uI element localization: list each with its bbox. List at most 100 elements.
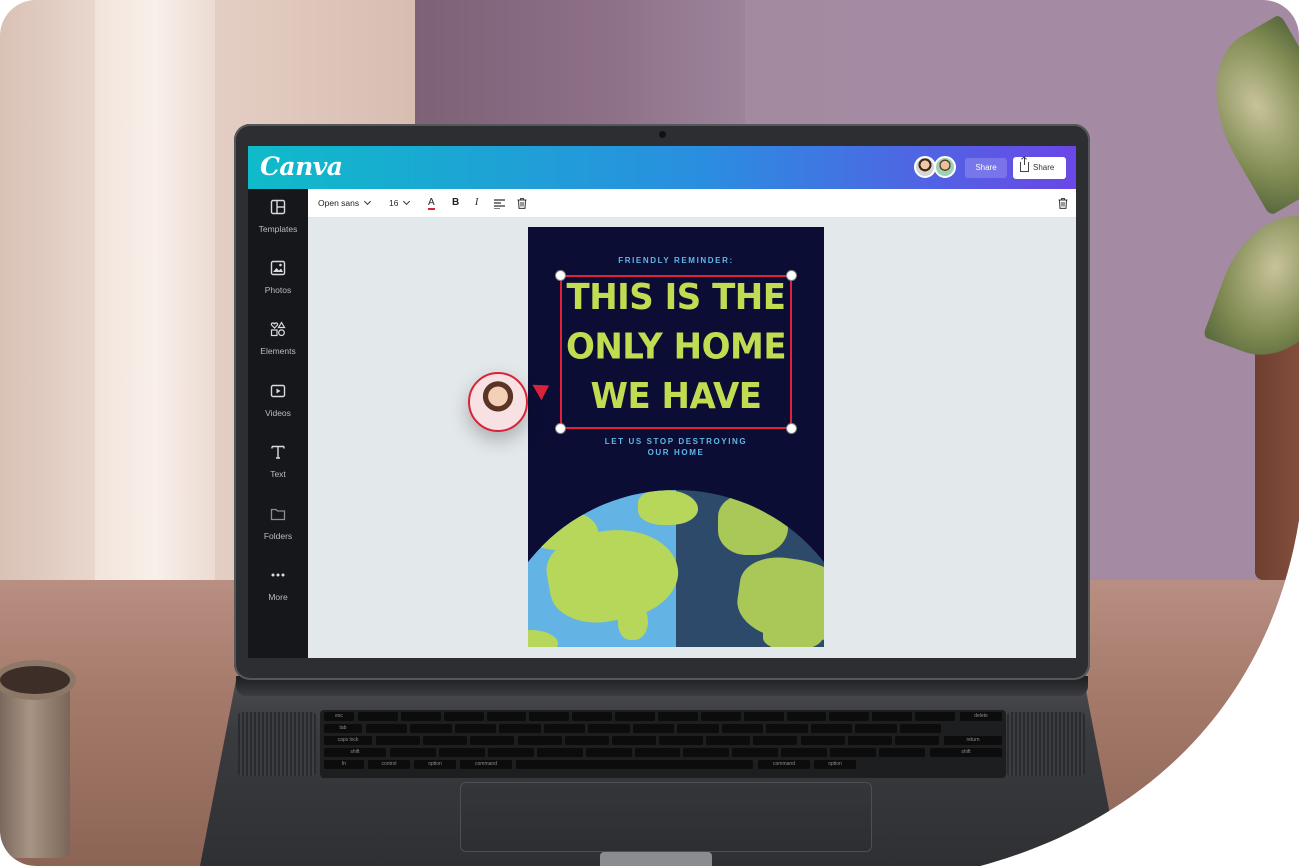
continent <box>718 495 788 555</box>
key <box>488 748 534 757</box>
photos-icon <box>270 260 286 276</box>
text-icon <box>270 444 286 460</box>
font-size-dropdown[interactable]: 16 <box>389 189 409 217</box>
resize-handle[interactable] <box>786 423 797 434</box>
resize-handle[interactable] <box>786 270 797 281</box>
key <box>470 736 514 745</box>
upload-icon <box>1020 162 1029 172</box>
sidebar-item-more[interactable]: More <box>248 557 308 607</box>
key <box>683 748 729 757</box>
key: shift <box>930 748 1002 757</box>
key <box>701 712 741 721</box>
speaker-grille <box>238 712 316 776</box>
sidebar-item-templates[interactable]: Templates <box>248 189 308 239</box>
key <box>659 736 703 745</box>
key <box>444 712 484 721</box>
poster-design[interactable]: FRIENDLY REMINDER: THIS IS THE ONLY HOME… <box>528 227 824 647</box>
trash-icon <box>1058 198 1068 209</box>
poster-footer-text[interactable]: LET US STOP DESTROYING OUR HOME <box>528 436 824 458</box>
italic-button[interactable]: I <box>475 189 478 217</box>
sidebar-item-label: More <box>268 592 288 602</box>
key <box>829 712 869 721</box>
key <box>872 712 912 721</box>
key: caps lock <box>324 736 372 745</box>
user-avatar[interactable] <box>914 156 936 178</box>
key <box>781 748 827 757</box>
key <box>455 724 496 733</box>
key <box>801 736 845 745</box>
key <box>612 736 656 745</box>
key <box>722 724 763 733</box>
sidebar-item-elements[interactable]: Elements <box>248 311 308 361</box>
align-button[interactable] <box>494 189 505 217</box>
curtain-light <box>95 0 215 590</box>
key: return <box>944 736 1002 745</box>
continent <box>528 510 598 550</box>
text-color-icon: A <box>428 197 435 208</box>
continent <box>618 600 648 640</box>
camera-icon <box>659 131 666 138</box>
key: esc <box>324 712 354 721</box>
resize-handle[interactable] <box>555 423 566 434</box>
font-family-dropdown[interactable]: Open sans <box>318 189 370 217</box>
key <box>423 736 467 745</box>
key: control <box>368 760 410 769</box>
videos-icon <box>270 383 286 399</box>
key <box>753 736 797 745</box>
delete-button[interactable] <box>517 189 527 217</box>
earth-image[interactable] <box>528 490 824 647</box>
text-color-button[interactable]: A <box>428 189 435 217</box>
laptop-screen: Canva Share Share Templates Photos Eleme… <box>248 146 1076 658</box>
sidebar-item-label: Photos <box>264 285 292 295</box>
key <box>635 748 681 757</box>
key <box>677 724 718 733</box>
key <box>439 748 485 757</box>
key <box>518 736 562 745</box>
canva-logo[interactable]: Canva <box>260 152 343 181</box>
sidebar-item-videos[interactable]: Videos <box>248 373 308 423</box>
canvas-area[interactable]: FRIENDLY REMINDER: THIS IS THE ONLY HOME… <box>308 218 1076 658</box>
font-family-value: Open sans <box>318 198 360 208</box>
sidebar-item-label: Elements <box>260 346 296 356</box>
photo-background: esc delete tab caps lock return shift sh… <box>0 0 1299 866</box>
key <box>855 724 896 733</box>
share-button[interactable]: Share <box>965 158 1007 178</box>
key <box>410 724 451 733</box>
sidebar-item-text[interactable]: Text <box>248 434 308 484</box>
folders-icon <box>270 506 286 522</box>
key <box>879 748 925 757</box>
sidebar-item-label: Folders <box>263 531 293 541</box>
key <box>811 724 852 733</box>
key <box>787 712 827 721</box>
delete-page-button[interactable] <box>1058 189 1068 217</box>
key <box>706 736 750 745</box>
key <box>633 724 674 733</box>
poster-reminder[interactable]: FRIENDLY REMINDER: <box>528 256 824 265</box>
user-avatar[interactable] <box>934 156 956 178</box>
key <box>401 712 441 721</box>
sidebar-item-folders[interactable]: Folders <box>248 496 308 546</box>
key: option <box>414 760 456 769</box>
templates-icon <box>270 199 286 215</box>
bold-button[interactable]: B <box>452 189 459 217</box>
font-size-value: 16 <box>389 198 399 208</box>
speaker-grille <box>1007 712 1085 776</box>
key <box>390 748 436 757</box>
key <box>732 748 778 757</box>
format-toolbar: Open sans 16 A B I <box>308 189 1076 218</box>
sidebar-item-photos[interactable]: Photos <box>248 250 308 300</box>
key <box>499 724 540 733</box>
top-bar: Canva Share Share <box>248 146 1076 189</box>
key: command <box>758 760 810 769</box>
plant-pot <box>1255 340 1299 580</box>
chevron-down-icon <box>403 198 410 205</box>
resize-handle[interactable] <box>555 270 566 281</box>
keyboard: esc delete tab caps lock return shift sh… <box>320 710 1006 778</box>
key <box>537 748 583 757</box>
share-export-button[interactable]: Share <box>1013 157 1066 179</box>
key <box>900 724 941 733</box>
key <box>565 736 609 745</box>
more-icon <box>270 567 286 583</box>
key <box>588 724 629 733</box>
key <box>615 712 655 721</box>
